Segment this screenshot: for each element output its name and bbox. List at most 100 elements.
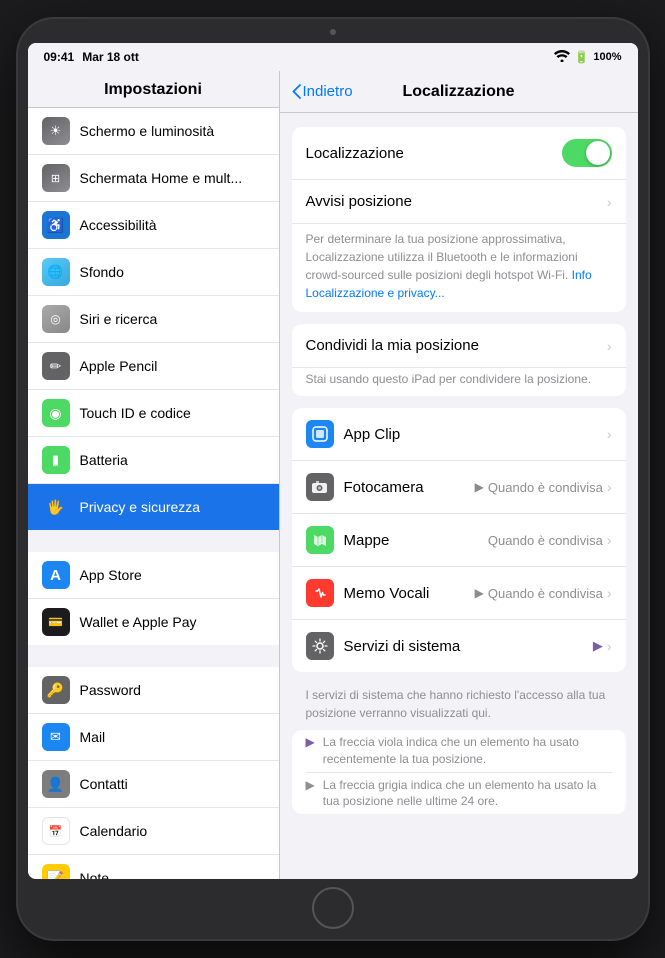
ipad-screen: 09:41 Mar 18 ott 🔋 100% Impostazioni [28,43,638,879]
mappe-chevron: › [607,532,612,548]
localizzazione-toggle[interactable] [562,139,612,167]
home-label: Schermata Home e mult... [80,170,243,186]
memovocali-icon [306,579,334,607]
status-date: Mar 18 ott [82,50,139,64]
mail-icon: ✉ [42,723,70,751]
sidebar-item-appstore[interactable]: A App Store [28,552,279,599]
sidebar-item-accessibility[interactable]: ♿ Accessibilità [28,202,279,249]
nav-title: Localizzazione [402,83,514,101]
condividi-row[interactable]: Condividi la mia posizione › [292,324,626,368]
pencil-label: Apple Pencil [80,358,158,374]
wallet-label: Wallet e Apple Pay [80,614,197,630]
sidebar-item-note[interactable]: 📝 Note [28,855,279,879]
memovocali-chevron: › [607,585,612,601]
calendario-icon: 📅 [42,817,70,845]
appclip-label: App Clip [344,426,607,443]
battery-label: Batteria [80,452,128,468]
sidebar-gap-1 [28,530,279,552]
main-panel: Indietro Localizzazione Localizzazione A… [280,71,638,879]
sidebar-item-siri[interactable]: ◎ Siri e ricerca [28,296,279,343]
sidebar-item-calendario[interactable]: 📅 Calendario [28,808,279,855]
condividi-chevron: › [607,338,612,354]
sidebar-item-mail[interactable]: ✉ Mail [28,714,279,761]
siri-label: Siri e ricerca [80,311,158,327]
localizzazione-card: Localizzazione Avvisi posizione › Per de… [292,127,626,312]
sfondo-label: Sfondo [80,264,124,280]
avvisi-row[interactable]: Avvisi posizione › [292,180,626,224]
sfondo-icon: 🌐 [42,258,70,286]
servizi-label: Servizi di sistema [344,638,593,655]
memovocali-row[interactable]: Memo Vocali ▶ Quando è condivisa › [292,567,626,620]
appstore-label: App Store [80,567,142,583]
sidebar-title: Impostazioni [28,71,279,108]
info-text-main: Per determinare la tua posizione appross… [306,232,578,282]
servizi-chevron: › [607,638,612,654]
contatti-icon: 👤 [42,770,70,798]
localizzazione-row: Localizzazione [292,127,626,180]
appclip-chevron: › [607,426,612,442]
back-label: Indietro [303,83,353,100]
touchid-label: Touch ID e codice [80,405,191,421]
sidebar-item-home[interactable]: ⊞ Schermata Home e mult... [28,155,279,202]
condividi-label: Condividi la mia posizione [306,337,607,354]
legend-card: ▶ La freccia viola indica che un element… [292,730,626,814]
fotocamera-label: Fotocamera [344,479,475,496]
panel-content: Localizzazione Avvisi posizione › Per de… [280,113,638,879]
fotocamera-chevron: › [607,479,612,495]
avvisi-label: Avvisi posizione [306,193,607,210]
siri-icon: ◎ [42,305,70,333]
legend-purple-text: La freccia viola indica che un elemento … [323,734,612,768]
sidebar-gap-2 [28,645,279,667]
servizi-icon [306,632,334,660]
schermo-icon: ☀ [42,117,70,145]
home-button[interactable] [312,887,354,929]
pencil-icon: ✏ [42,352,70,380]
sidebar-item-schermo[interactable]: ☀ Schermo e luminosità [28,108,279,155]
fotocamera-icon [306,473,334,501]
legend-purple-row: ▶ La freccia viola indica che un element… [292,730,626,772]
appclip-row[interactable]: App Clip › [292,408,626,461]
localizzazione-label: Localizzazione [306,145,562,162]
sidebar-item-sfondo[interactable]: 🌐 Sfondo [28,249,279,296]
sidebar-item-touchid[interactable]: ◉ Touch ID e codice [28,390,279,437]
app-list-card: App Clip › [292,408,626,672]
accessibility-icon: ♿ [42,211,70,239]
appclip-icon [306,420,334,448]
servizi-row[interactable]: Servizi di sistema ▶ › [292,620,626,672]
sidebar-item-battery[interactable]: ▮ Batteria [28,437,279,484]
memovocali-arrow: ▶ [475,586,484,600]
mail-label: Mail [80,729,106,745]
touchid-icon: ◉ [42,399,70,427]
condividi-subtext: Stai usando questo iPad per condividere … [306,372,612,386]
info-text: Per determinare la tua posizione appross… [306,230,612,302]
nav-bar: Indietro Localizzazione [280,71,638,113]
sidebar: Impostazioni ☀ Schermo e luminosità ⊞ Sc… [28,71,280,879]
back-button[interactable]: Indietro [292,83,353,100]
sidebar-item-wallet[interactable]: 💳 Wallet e Apple Pay [28,599,279,645]
status-bar: 09:41 Mar 18 ott 🔋 100% [28,43,638,71]
wallet-icon: 💳 [42,608,70,636]
ipad-frame: 09:41 Mar 18 ott 🔋 100% Impostazioni [18,19,648,939]
calendario-label: Calendario [80,823,148,839]
mappe-icon [306,526,334,554]
home-icon: ⊞ [42,164,70,192]
legend-gray-icon: ▶ [306,778,315,792]
sidebar-item-pencil[interactable]: ✏ Apple Pencil [28,343,279,390]
sidebar-item-password[interactable]: 🔑 Password [28,667,279,714]
fotocamera-row[interactable]: Fotocamera ▶ Quando è condivisa › [292,461,626,514]
sidebar-top-section: ☀ Schermo e luminosità ⊞ Schermata Home … [28,108,279,530]
mappe-value: Quando è condivisa [488,533,603,548]
legend-gray-row: ▶ La freccia grigia indica che un elemen… [292,773,626,815]
privacy-label: Privacy e sicurezza [80,499,201,515]
mappe-row[interactable]: Mappe Quando è condivisa › [292,514,626,567]
battery-icon: 🔋 [574,50,589,64]
sidebar-item-contatti[interactable]: 👤 Contatti [28,761,279,808]
battery-percent: 100% [593,51,621,63]
fotocamera-value: Quando è condivisa [488,480,603,495]
sidebar-item-privacy[interactable]: 🖐 Privacy e sicurezza [28,484,279,530]
contatti-label: Contatti [80,776,128,792]
legend-purple-icon: ▶ [306,735,315,749]
password-label: Password [80,682,141,698]
wifi-icon [554,50,570,65]
password-icon: 🔑 [42,676,70,704]
